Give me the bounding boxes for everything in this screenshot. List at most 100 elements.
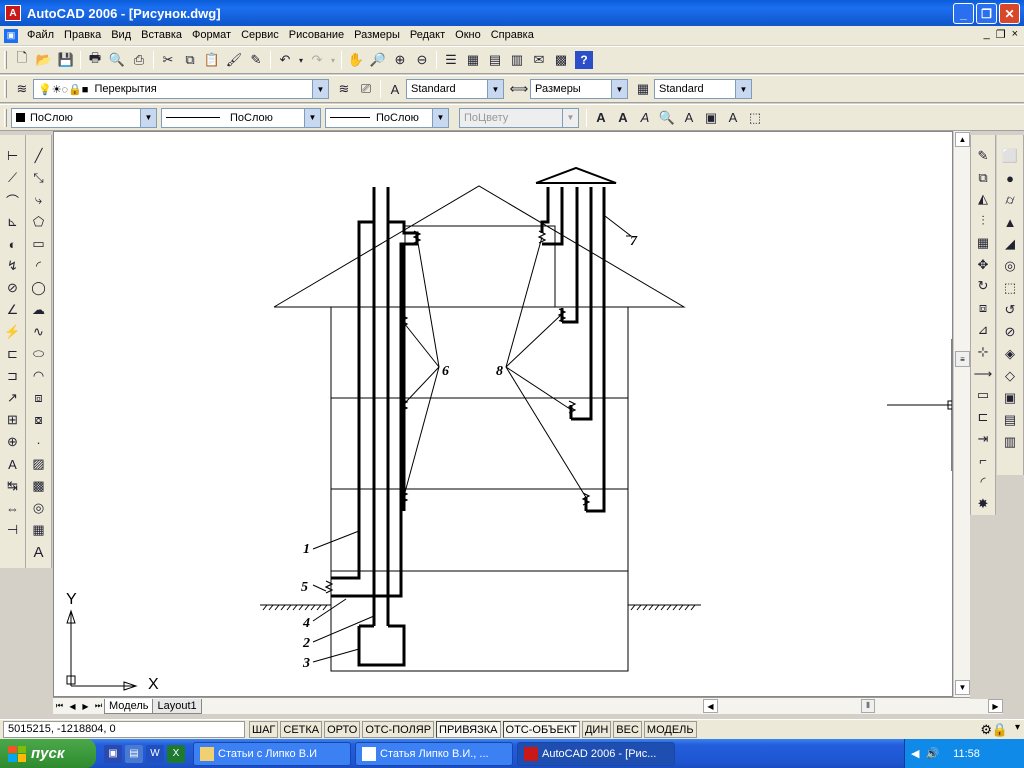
region-icon[interactable]: ◎ — [28, 497, 50, 519]
word-quicklaunch-icon[interactable]: W — [146, 744, 164, 763]
array-icon[interactable]: ▦ — [972, 232, 994, 254]
text-edit-icon[interactable]: A — [634, 107, 656, 129]
torus-icon[interactable]: ◎ — [999, 255, 1021, 277]
continue-dim-icon[interactable]: ⊐ — [2, 365, 24, 387]
zoom-previous-icon[interactable]: ⊖ — [411, 49, 433, 71]
explode-icon[interactable]: ✸ — [972, 493, 994, 515]
layer-manager-icon[interactable]: ≋ — [11, 78, 33, 100]
pan-icon[interactable]: ✋ — [345, 49, 367, 71]
justify-text-icon[interactable]: A — [722, 107, 744, 129]
minimize-button[interactable]: _ — [953, 3, 974, 24]
undo-dropdown-icon[interactable]: ▾ — [296, 49, 306, 71]
tab-layout1[interactable]: Layout1 — [152, 698, 202, 714]
ellipse-arc-icon[interactable]: ◠ — [28, 365, 50, 387]
chevron-down-icon[interactable]: ▼ — [432, 108, 448, 127]
setup-profile-icon[interactable]: ▥ — [999, 431, 1021, 453]
next-tab-icon[interactable]: ▶ — [79, 700, 92, 713]
dim-update-icon[interactable]: ⇔ — [2, 497, 24, 519]
cone-icon[interactable]: ▲ — [999, 211, 1021, 233]
leader-icon[interactable]: ↗ — [2, 387, 24, 409]
aligned-dim-icon[interactable]: ⟋ — [2, 167, 24, 189]
close-button[interactable]: ✕ — [999, 3, 1020, 24]
cylinder-icon[interactable]: ⌭ — [999, 189, 1021, 211]
setup-drawing-icon[interactable]: ▣ — [999, 387, 1021, 409]
space-translate-icon[interactable]: ⬚ — [744, 107, 766, 129]
move-icon[interactable]: ✥ — [972, 254, 994, 276]
task-autocad[interactable]: AutoCAD 2006 - [Рис... — [517, 741, 675, 766]
prev-tab-icon[interactable]: ◀ — [66, 700, 79, 713]
linear-dim-icon[interactable]: ⊢ — [2, 145, 24, 167]
break-icon[interactable]: ⊏ — [972, 406, 994, 428]
dim-style-icon[interactable]: ⟺ — [508, 78, 530, 100]
document-icon[interactable]: ▣ — [4, 28, 18, 43]
help-icon[interactable]: ? — [575, 51, 593, 69]
copy-icon[interactable]: ⧉ — [179, 49, 201, 71]
excel-quicklaunch-icon[interactable]: X — [167, 744, 185, 763]
doc-minimize-button[interactable]: _ — [984, 28, 990, 41]
menu-tools[interactable]: Сервис — [236, 26, 284, 45]
break-at-point-icon[interactable]: ▭ — [972, 384, 994, 406]
match-properties-icon[interactable]: 🖌 — [223, 49, 245, 71]
communication-center-icon[interactable]: ⚙ — [980, 722, 992, 738]
menu-dimension[interactable]: Размеры — [349, 26, 405, 45]
vertical-scrollbar[interactable]: ▲ ≡ ▼ — [953, 131, 970, 697]
scroll-thumb[interactable]: ≡ — [955, 351, 970, 367]
print-icon[interactable]: 🖶 — [84, 49, 106, 71]
wedge-icon[interactable]: ◢ — [999, 233, 1021, 255]
sphere-icon[interactable]: ● — [999, 167, 1021, 189]
tolerance-icon[interactable]: ⊞ — [2, 409, 24, 431]
radius-dim-icon[interactable]: ◐ — [2, 233, 24, 255]
menu-modify[interactable]: Редакт — [405, 26, 450, 45]
point-icon[interactable]: · — [28, 431, 50, 453]
menu-format[interactable]: Формат — [187, 26, 236, 45]
insert-block-icon[interactable]: ⧈ — [28, 387, 50, 409]
extend-icon[interactable]: ⟶ — [972, 363, 994, 385]
jogged-dim-icon[interactable]: ↯ — [2, 255, 24, 277]
table-style-select[interactable]: Standard ▼ — [654, 79, 752, 99]
stretch-icon[interactable]: ⊿ — [972, 319, 994, 341]
start-button[interactable]: пуск — [0, 739, 96, 768]
lock-icon[interactable]: 🔒 — [992, 722, 1008, 738]
make-block-icon[interactable]: ⧇ — [28, 409, 50, 431]
paste-icon[interactable]: 📋 — [201, 49, 223, 71]
sheet-set-icon[interactable]: ▥ — [506, 49, 528, 71]
ellipse-icon[interactable]: ⬭ — [28, 343, 50, 365]
arc-length-icon[interactable]: ⌒ — [2, 189, 24, 211]
angular-dim-icon[interactable]: ∠ — [2, 299, 24, 321]
interfere-icon[interactable]: ◇ — [999, 365, 1021, 387]
dim-style-icon[interactable]: ⊣ — [2, 519, 24, 541]
menu-draw[interactable]: Рисование — [284, 26, 349, 45]
copy-object-icon[interactable]: ⧉ — [972, 167, 994, 189]
properties-icon[interactable]: ☰ — [440, 49, 462, 71]
dyn-toggle[interactable]: ДИН — [581, 721, 612, 738]
slice-icon[interactable]: ⊘ — [999, 321, 1021, 343]
table-icon[interactable]: ▦ — [28, 519, 50, 541]
text-style-dialog-icon[interactable]: A — [678, 107, 700, 129]
menu-file[interactable]: Файл — [22, 26, 59, 45]
linetype-select[interactable]: ПоСлою ▼ — [161, 107, 321, 128]
gradient-icon[interactable]: ▩ — [28, 475, 50, 497]
save-icon[interactable]: 💾 — [55, 49, 77, 71]
construction-line-icon[interactable]: ⤡ — [28, 167, 50, 189]
undo-icon[interactable]: ↶ — [274, 49, 296, 71]
circle-icon[interactable]: ◯ — [28, 277, 50, 299]
task-word[interactable]: Статья Липко В.И., ... — [355, 741, 513, 766]
snap-toggle[interactable]: ШАГ — [249, 721, 279, 738]
mirror-icon[interactable]: ◭ — [972, 189, 994, 211]
markup-icon[interactable]: ✉ — [528, 49, 550, 71]
ordinate-dim-icon[interactable]: ⊾ — [2, 211, 24, 233]
print-preview-icon[interactable]: 🔍 — [106, 49, 128, 71]
chevron-down-icon[interactable]: ▼ — [312, 80, 328, 98]
publish-icon[interactable]: ⎙ — [128, 49, 150, 71]
extrude-icon[interactable]: ⬚ — [999, 277, 1021, 299]
coordinate-display[interactable]: 5015215, -1218804, 0 — [3, 721, 245, 738]
revolve-icon[interactable]: ↺ — [999, 299, 1021, 321]
task-folder[interactable]: Статьи с Липко В.И — [193, 741, 351, 766]
cut-icon[interactable]: ✂ — [157, 49, 179, 71]
lineweight-toggle[interactable]: ВЕС — [613, 721, 642, 738]
new-file-icon[interactable]: 🗋 — [11, 49, 33, 71]
hatch-icon[interactable]: ▨ — [28, 453, 50, 475]
ortho-toggle[interactable]: ОРТО — [324, 721, 361, 738]
trim-icon[interactable]: ⊹ — [972, 341, 994, 363]
scroll-up-icon[interactable]: ▲ — [955, 132, 970, 147]
